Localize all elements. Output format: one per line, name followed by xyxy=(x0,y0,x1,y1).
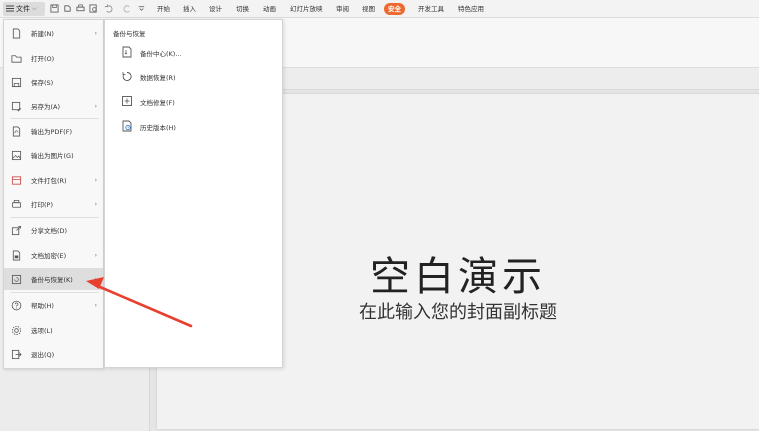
chevron-right-icon: › xyxy=(94,251,97,259)
tab-developer[interactable]: 开发工具 xyxy=(418,3,444,15)
file-menu-item-save[interactable]: 保存(S) xyxy=(4,71,103,93)
file-menu-item-label: 退出(Q) xyxy=(31,351,55,359)
tab-home[interactable]: 开始 xyxy=(157,3,170,15)
submenu-heading: 备份与恢复 xyxy=(113,30,146,38)
menu-divider xyxy=(10,217,99,218)
file-menu-item-label: 打开(O) xyxy=(31,55,55,63)
file-menu-item-encrypt[interactable]: 文档加密(E) › xyxy=(4,244,103,266)
backup-center-icon xyxy=(121,46,133,58)
backup-icon xyxy=(11,274,22,285)
save-as-icon xyxy=(11,101,22,112)
submenu-item-data-recovery[interactable]: 数据恢复(R) xyxy=(105,66,282,86)
tab-animation[interactable]: 动画 xyxy=(263,3,276,15)
menu-divider xyxy=(10,292,99,293)
tab-special-apps[interactable]: 特色应用 xyxy=(458,3,484,15)
image-icon xyxy=(11,150,22,161)
backup-submenu: 备份与恢复 备份中心(K)... 数据恢复(R) 文档修复(F) 历史版本(H) xyxy=(104,19,283,368)
file-menu-item-export-image[interactable]: 输出为图片(G) xyxy=(4,144,103,166)
tab-slideshow[interactable]: 幻灯片放映 xyxy=(290,3,323,15)
chevron-right-icon: › xyxy=(94,301,97,309)
submenu-item-label: 文档修复(F) xyxy=(140,99,175,107)
file-menu-item-export-pdf[interactable]: 输出为PDF(F) xyxy=(4,120,103,142)
chevron-right-icon: › xyxy=(94,29,97,37)
file-menu-item-new[interactable]: 新建(N) › xyxy=(4,22,103,44)
submenu-item-history[interactable]: 历史版本(H) xyxy=(105,116,282,136)
share-icon xyxy=(11,225,22,236)
menu-bar: 文件 ⌵ 开始 插入 设计 切换 动画 幻灯片放映 审阅 视图 安全 开发工具 … xyxy=(0,0,759,18)
chevron-right-icon: › xyxy=(94,275,97,283)
file-menu-item-label: 另存为(A) xyxy=(31,103,61,111)
data-recovery-icon xyxy=(121,70,133,82)
pdf-icon xyxy=(11,126,22,137)
hamburger-icon xyxy=(6,5,14,14)
file-menu-item-label: 文档加密(E) xyxy=(31,252,67,260)
tab-review[interactable]: 审阅 xyxy=(336,3,349,15)
chevron-right-icon: › xyxy=(94,200,97,208)
file-menu-item-label: 新建(N) xyxy=(31,30,54,38)
file-menu-item-label: 文件打包(R) xyxy=(31,177,67,185)
printer-icon xyxy=(11,199,22,210)
chevron-down-icon: ⌵ xyxy=(32,5,37,12)
tab-view[interactable]: 视图 xyxy=(362,3,375,15)
preview-icon[interactable] xyxy=(88,3,99,14)
submenu-item-backup-center[interactable]: 备份中心(K)... xyxy=(105,42,282,62)
file-menu-item-label: 保存(S) xyxy=(31,79,54,87)
file-menu-item-label: 备份与恢复(K) xyxy=(31,276,73,284)
file-menu-item-label: 帮助(H) xyxy=(31,302,54,310)
file-menu-item-package[interactable]: 文件打包(R) › xyxy=(4,169,103,191)
tab-transition[interactable]: 切换 xyxy=(236,3,249,15)
tab-security[interactable]: 安全 xyxy=(384,3,405,15)
submenu-item-label: 备份中心(K)... xyxy=(140,50,182,58)
export-icon[interactable] xyxy=(62,3,73,14)
history-icon xyxy=(121,120,133,132)
file-menu-item-share[interactable]: 分享文档(D) xyxy=(4,219,103,241)
menu-divider xyxy=(10,118,99,119)
printer-icon[interactable] xyxy=(75,3,86,14)
file-menu-item-backup[interactable]: 备份与恢复(K) › xyxy=(4,268,103,290)
file-menu-item-options[interactable]: 选项(L) xyxy=(4,319,103,341)
file-menu-item-print[interactable]: 打印(P) › xyxy=(4,193,103,215)
save-icon xyxy=(11,77,22,88)
file-menu-item-label: 选项(L) xyxy=(31,327,53,335)
file-menu-label: 文件 xyxy=(16,5,30,13)
file-menu-item-label: 输出为图片(G) xyxy=(31,152,74,160)
doc-repair-icon xyxy=(121,95,133,107)
file-menu-item-label: 分享文档(D) xyxy=(31,227,68,235)
submenu-item-label: 历史版本(H) xyxy=(140,124,176,132)
file-menu-button[interactable]: 文件 ⌵ xyxy=(3,2,45,16)
file-menu-item-exit[interactable]: 退出(Q) xyxy=(4,343,103,365)
save-icon[interactable] xyxy=(49,3,60,14)
folder-icon xyxy=(11,53,22,64)
customize-toolbar-icon[interactable] xyxy=(136,3,147,14)
chevron-right-icon: › xyxy=(94,102,97,110)
submenu-item-label: 数据恢复(R) xyxy=(140,74,176,82)
exit-icon xyxy=(11,349,22,360)
file-menu-item-help[interactable]: 帮助(H) › xyxy=(4,294,103,316)
tab-design[interactable]: 设计 xyxy=(209,3,222,15)
tab-insert[interactable]: 插入 xyxy=(183,3,196,15)
undo-icon[interactable] xyxy=(103,3,114,14)
submenu-item-doc-repair[interactable]: 文档修复(F) xyxy=(105,91,282,111)
file-menu-panel: 新建(N) › 打开(O) 保存(S) 另存为(A) › 输出为PDF(F) 输… xyxy=(3,19,104,369)
chevron-right-icon: › xyxy=(94,176,97,184)
file-menu-item-label: 打印(P) xyxy=(31,201,53,209)
file-menu-item-open[interactable]: 打开(O) xyxy=(4,47,103,69)
lock-icon xyxy=(11,250,22,261)
redo-icon[interactable] xyxy=(122,3,133,14)
file-menu-item-label: 输出为PDF(F) xyxy=(31,128,72,136)
file-menu-item-save-as[interactable]: 另存为(A) › xyxy=(4,95,103,117)
help-icon xyxy=(11,300,22,311)
new-file-icon xyxy=(11,28,22,39)
package-icon xyxy=(11,175,22,186)
gear-icon xyxy=(11,325,22,336)
